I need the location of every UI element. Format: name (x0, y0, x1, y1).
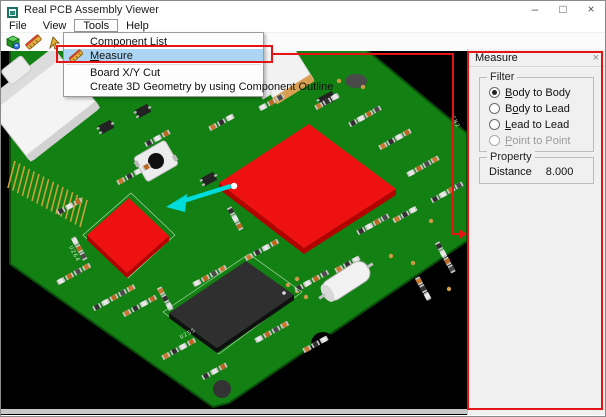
app-icon (7, 5, 18, 16)
menu-help[interactable]: Help (118, 19, 157, 32)
ruler-icon (69, 49, 85, 63)
board-hole (213, 380, 231, 398)
app-window: Real PCB Assembly Viewer – □ × File View… (0, 0, 606, 417)
menu-file[interactable]: File (1, 19, 35, 32)
measure-tool-button[interactable] (24, 34, 43, 51)
pcb-3d-viewport[interactable]: U264 U255 CN2 (1, 51, 467, 415)
menu-view[interactable]: View (35, 19, 75, 32)
property-group-label: Property (487, 151, 535, 163)
radio-icon (489, 87, 500, 98)
viewport-bottom-edge (1, 409, 467, 414)
property-group: Property Distance 8.000 (479, 157, 594, 184)
menu-bar: File View Tools Help (1, 19, 605, 33)
menu-item-create-3d-geometry[interactable]: Create 3D Geometry by using Component Ou… (64, 80, 263, 94)
radio-body-to-body[interactable]: Body to Body (489, 86, 570, 99)
select-cursor-icon (46, 34, 63, 50)
window-title: Real PCB Assembly Viewer (24, 4, 159, 16)
menu-item-board-xy-cut[interactable]: Board X/Y Cut (64, 66, 263, 80)
open-assembly-icon (4, 34, 21, 50)
tools-menu: Component List Measure Board X/Y Cut (63, 32, 264, 97)
radio-point-to-point[interactable]: Point to Point (489, 134, 570, 147)
menu-tools[interactable]: Tools (74, 19, 118, 32)
distance-label: Distance (489, 166, 532, 178)
menu-item-measure[interactable]: Measure (64, 49, 263, 63)
radio-lead-to-lead[interactable]: Lead to Lead (489, 118, 569, 131)
title-bar: Real PCB Assembly Viewer – □ × (1, 1, 605, 19)
select-tool-button[interactable] (45, 34, 64, 51)
radio-body-to-lead[interactable]: Body to Lead (489, 102, 570, 115)
minimize-button[interactable]: – (521, 1, 549, 19)
radio-icon (489, 119, 500, 130)
pin1-marker (231, 183, 237, 189)
measure-panel-title: Measure (475, 52, 518, 64)
menu-item-component-list[interactable]: Component List (64, 35, 263, 49)
filter-group: Filter Body to Body Body to Lead Lead to… (479, 77, 594, 152)
open-assembly-button[interactable] (3, 34, 22, 51)
radio-icon (489, 103, 500, 114)
filter-group-label: Filter (487, 71, 517, 83)
radio-icon (489, 135, 500, 146)
distance-value: 8.000 (546, 166, 574, 178)
panel-close-icon[interactable]: × (593, 49, 599, 67)
maximize-button[interactable]: □ (549, 1, 577, 19)
measure-ruler-icon (25, 34, 42, 50)
close-button[interactable]: × (577, 1, 605, 19)
menu-separator (66, 64, 261, 65)
measure-panel: Measure × Filter Body to Body Body to Le… (467, 49, 606, 415)
